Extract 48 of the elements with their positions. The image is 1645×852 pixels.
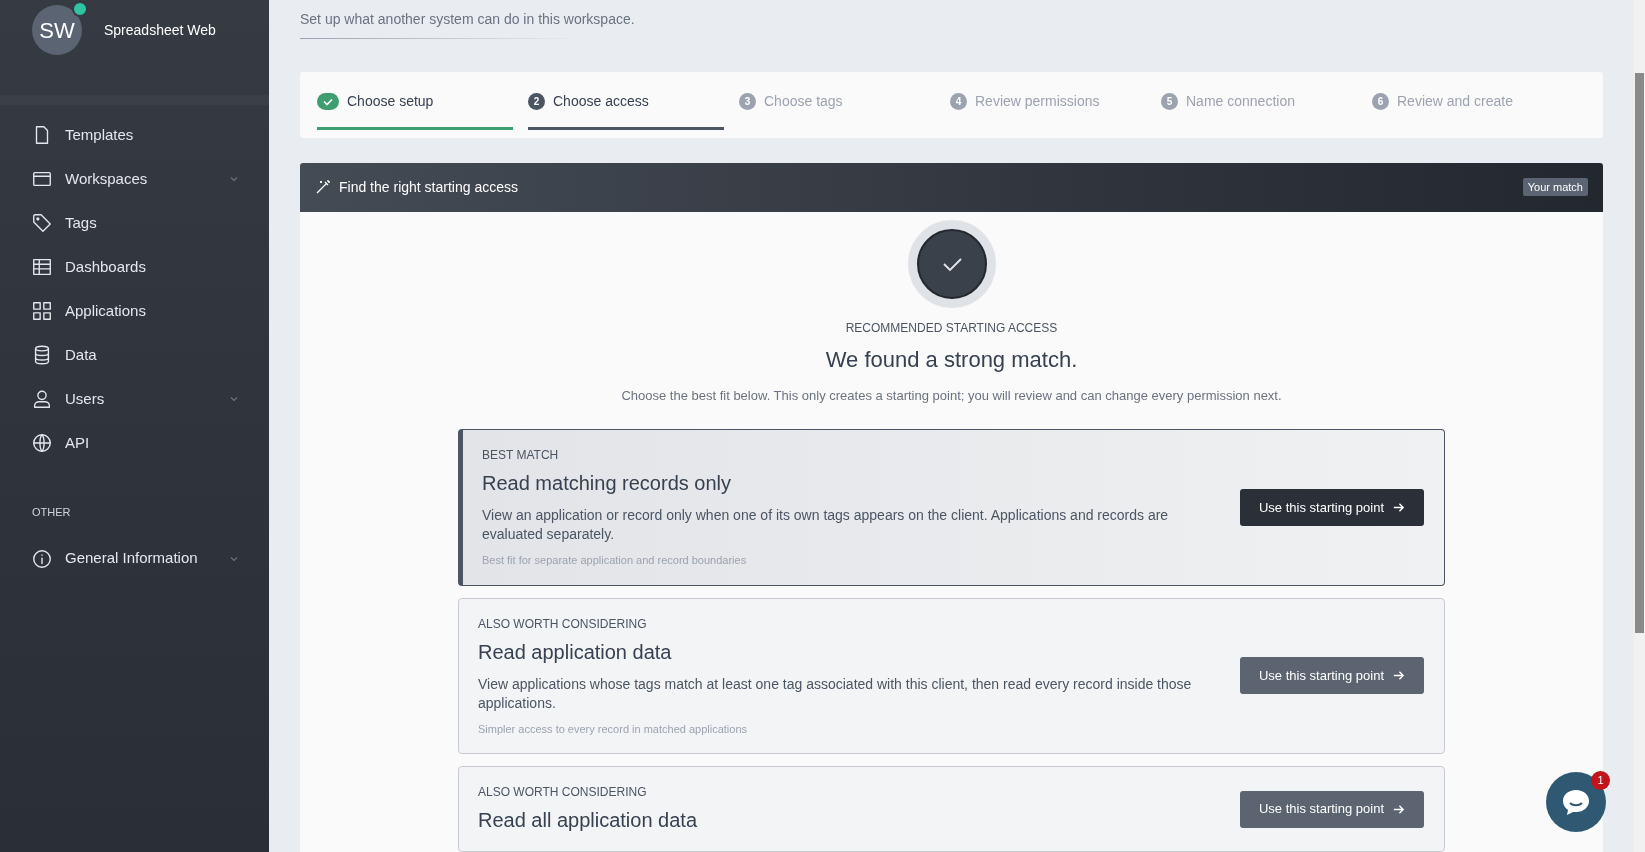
option-note: Best fit for separate application and record boundaries bbox=[482, 553, 748, 568]
starting-point-button[interactable]: Use this starting point bbox=[1240, 790, 1424, 828]
step-number: 4 bbox=[950, 93, 967, 110]
sidebar-item[interactable]: Data bbox=[0, 333, 269, 377]
result-intro: Choose the best fit below. This only creates a starting point; you will review and can change every permission next. bbox=[621, 386, 1282, 405]
sidebar-item[interactable]: Templates bbox=[0, 113, 269, 157]
option-eyebrow: BEST MATCH bbox=[482, 447, 560, 464]
step-number: 3 bbox=[739, 93, 756, 110]
option-note: Simpler access to every record in matched applications bbox=[478, 721, 748, 737]
eyebrow-label: RECOMMENDED STARTING ACCESS bbox=[845, 319, 1058, 337]
section-title: OTHER bbox=[31, 505, 72, 520]
match-badge: Your match bbox=[1522, 177, 1588, 197]
sidebar-item[interactable]: Workspaces bbox=[0, 157, 269, 201]
table-icon bbox=[31, 256, 53, 278]
chat-bubble-icon bbox=[1561, 788, 1591, 816]
grid-icon bbox=[31, 300, 53, 322]
option-eyebrow: ALSO WORTH CONSIDERING bbox=[478, 784, 648, 801]
app-name: Spreadsheet Web bbox=[104, 21, 216, 40]
check-icon bbox=[317, 93, 339, 110]
sidebar-item[interactable]: General Information bbox=[0, 536, 269, 581]
magic-wand-icon bbox=[315, 179, 331, 195]
step-number: 6 bbox=[1372, 93, 1389, 110]
option-title: Read application data bbox=[478, 639, 673, 665]
step-number: 2 bbox=[528, 93, 545, 110]
page-subtitle: Set up what another system can do in this workspace. bbox=[300, 10, 636, 29]
option-title: Read matching records only bbox=[482, 471, 732, 496]
user-icon bbox=[31, 388, 53, 410]
option-card[interactable]: ALSO WORTH CONSIDERING Read all application data Use this starting point bbox=[458, 766, 1445, 852]
step-tab[interactable]: Choose setup bbox=[317, 71, 528, 138]
option-title: Read all application data bbox=[478, 808, 699, 833]
step-number: 5 bbox=[1161, 93, 1178, 110]
sidebar-item[interactable]: Applications bbox=[0, 289, 269, 333]
result-heading: We found a strong match. bbox=[825, 345, 1078, 374]
sidebar-item[interactable]: API bbox=[0, 421, 269, 465]
option-description: View applications whose tags match at least one tag associated with this client, then read every record inside those applications. bbox=[478, 674, 1193, 713]
tag-icon bbox=[31, 212, 53, 234]
option-description: View an application or record only when one of its own tags appears on the client. Applications and records are evaluated separately. bbox=[482, 506, 1170, 544]
starting-point-button[interactable]: Use this starting point bbox=[1240, 488, 1424, 526]
info-icon bbox=[31, 547, 53, 570]
sidebar-item[interactable]: Tags bbox=[0, 201, 269, 245]
panel-title: Find the right starting access bbox=[339, 177, 519, 197]
starting-point-button[interactable]: Use this starting point bbox=[1240, 657, 1424, 695]
option-eyebrow: ALSO WORTH CONSIDERING bbox=[478, 615, 648, 633]
option-card[interactable] bbox=[458, 429, 1445, 586]
sidebar-item[interactable]: Users bbox=[0, 377, 269, 421]
globe-icon bbox=[31, 432, 53, 454]
sidebar-item[interactable]: Dashboards bbox=[0, 245, 269, 289]
step-tab[interactable]: 2 Choose access bbox=[528, 71, 739, 138]
